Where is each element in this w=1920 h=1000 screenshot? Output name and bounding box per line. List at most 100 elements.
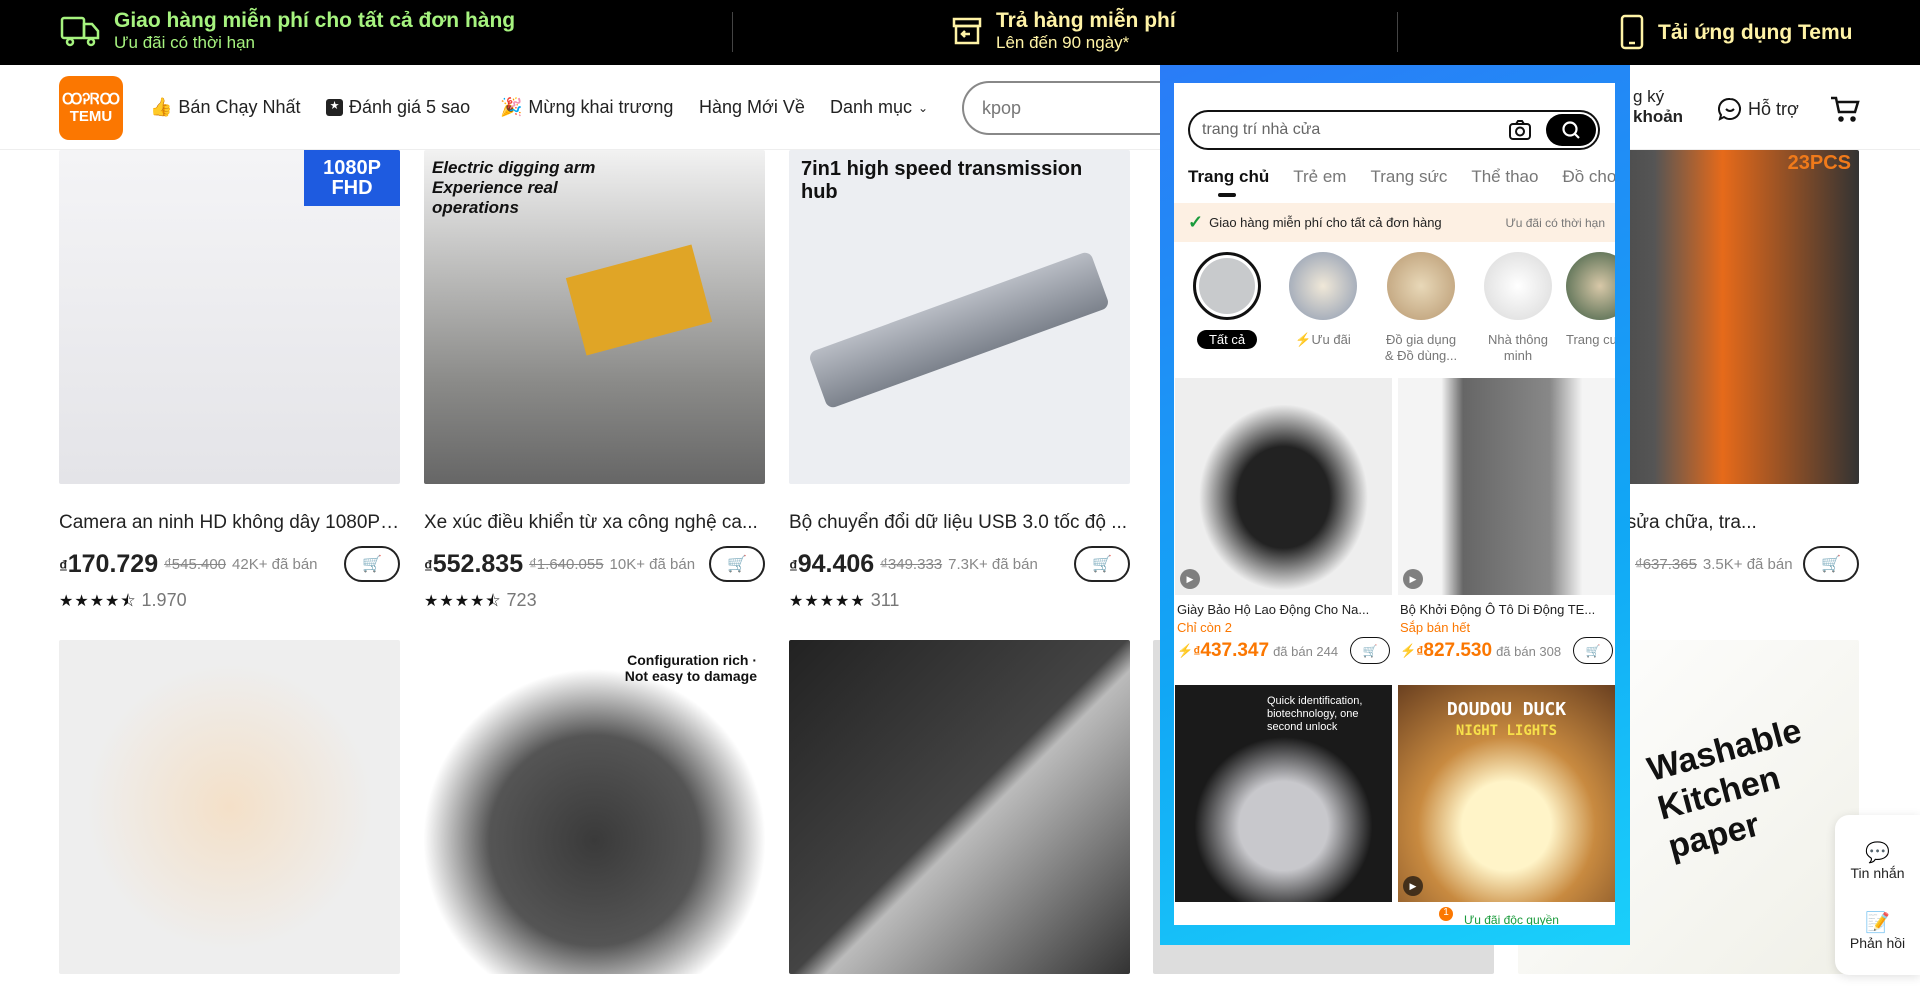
product-image[interactable]: ▶ <box>1175 378 1392 595</box>
temu-logo[interactable]: ꚘᎮᏒꚘ TEMU <box>59 76 123 140</box>
free-returns-promo[interactable]: Trả hàng miễn phí Lên đến 90 ngày* <box>952 8 1176 53</box>
product-title[interactable]: Bộ chuyển đổi dữ liệu USB 3.0 tốc độ ... <box>789 512 1130 534</box>
add-to-cart-button[interactable]: 🛒 <box>1573 637 1613 664</box>
tab-toys[interactable]: Đồ chơ <box>1562 167 1615 187</box>
exclusive-deals-link[interactable]: Ưu đãi độc quyền <box>1464 913 1559 925</box>
phone-product-card[interactable]: ▶ Giày Bảo Hộ Lao Động Cho Na... Chỉ còn… <box>1175 378 1392 665</box>
original-price: ₫1.640.055 <box>529 555 604 573</box>
promo-sub: Ưu đãi có thời hạn <box>114 33 255 52</box>
add-to-cart-button[interactable]: 🛒 <box>344 546 400 582</box>
product-card[interactable]: 7in1 high speed transmission hub Bộ chuy… <box>789 150 1130 611</box>
return-box-icon <box>952 17 982 44</box>
phone-mirror-window[interactable]: trang trí nhà cửa Trang chủ Trẻ em Trang… <box>1160 65 1630 945</box>
feedback-button[interactable]: 📝 Phản hồi <box>1850 910 1905 951</box>
rating-count: 1.970 <box>141 590 187 610</box>
product-image[interactable] <box>789 640 1130 974</box>
product-title[interactable]: Camera an ninh HD không dây 1080P:... <box>59 512 400 534</box>
cart-icon[interactable] <box>1830 95 1860 123</box>
image-text: 7in1 high speed transmission hub <box>801 158 1083 203</box>
free-shipping-banner: ✓ Giao hàng miễn phí cho tất cả đơn hàng Ư… <box>1174 203 1615 242</box>
product-image[interactable]: Configuration rich · Not easy to damage <box>424 640 765 974</box>
image-text: NIGHT LIGHTS <box>1455 723 1558 739</box>
phone-search-button[interactable] <box>1546 114 1596 146</box>
promo-title: Tải ứng dụng Temu <box>1658 20 1853 44</box>
image-text: Quick identification, biotechnology, one… <box>1267 695 1363 733</box>
tab-jewelry[interactable]: Trang sức <box>1370 167 1447 187</box>
nav-label: Danh mục <box>830 97 913 117</box>
product-card[interactable] <box>59 640 400 974</box>
play-icon[interactable]: ▶ <box>1180 569 1200 589</box>
product-image[interactable] <box>59 640 400 974</box>
category-image <box>1566 252 1615 320</box>
tab-sports[interactable]: Thể thao <box>1471 167 1538 187</box>
tab-home[interactable]: Trang chủ <box>1188 167 1269 197</box>
category-decor[interactable]: Trang cu <box>1566 252 1615 348</box>
free-shipping-promo[interactable]: Giao hàng miễn phí cho tất cả đơn hàng Ưu… <box>60 8 515 53</box>
nav-categories[interactable]: Danh mục ⌄ <box>830 97 928 118</box>
product-image[interactable]: DOUDOU DUCK NIGHT LIGHTS ▶ <box>1398 685 1615 902</box>
image-text: DOUDOU DUCK <box>1446 699 1567 720</box>
logo-text: TEMU <box>69 108 113 125</box>
phone-product-card[interactable]: Quick identification, biotechnology, one… <box>1175 685 1392 902</box>
product-price: ₫170.729 <box>59 550 158 579</box>
account-link[interactable]: g ký khoản <box>1633 87 1683 127</box>
product-image[interactable]: 7in1 high speed transmission hub <box>789 150 1130 484</box>
usb-hub-shape <box>807 250 1111 410</box>
search-icon <box>1562 121 1580 139</box>
product-card[interactable]: Electric digging arm Experience real ope… <box>424 150 765 617</box>
lightning-icon: ⚡ <box>1295 332 1312 347</box>
phone-product-card[interactable]: DOUDOU DUCK NIGHT LIGHTS ▶ <box>1398 685 1615 902</box>
star-rating: ★★★★⯪ <box>59 593 137 610</box>
support-link[interactable]: Hỗ trợ <box>1718 97 1799 121</box>
product-image[interactable]: Quick identification, biotechnology, one… <box>1175 685 1392 902</box>
rating-count: 311 <box>870 590 900 610</box>
nav-grand-opening[interactable]: 🎉 Mừng khai trương <box>500 97 673 118</box>
product-card[interactable]: Configuration rich · Not easy to damage <box>424 640 765 974</box>
category-household[interactable]: Đồ gia dụng & Đồ dùng... <box>1381 252 1461 364</box>
currency: ₫ <box>424 556 433 576</box>
price-value: 827.530 <box>1423 640 1493 661</box>
add-to-cart-button[interactable]: 🛒 <box>1350 637 1390 664</box>
add-to-cart-button[interactable]: 🛒 <box>1803 546 1859 582</box>
chat-bubble-icon: 💬 <box>1865 841 1890 864</box>
divider <box>732 12 733 52</box>
sold-count: 10K+ đã bán <box>609 555 696 573</box>
nav-label: Hàng Mới Về <box>699 97 805 117</box>
image-text: Washable Kitchen paper <box>1643 711 1806 867</box>
phone-tabs: Trang chủ Trẻ em Trang sức Thể thao Đồ c… <box>1188 167 1615 197</box>
category-smart-home[interactable]: Nhà thông minh <box>1478 252 1558 364</box>
camera-icon[interactable] <box>1508 119 1532 141</box>
product-card[interactable] <box>789 640 1130 974</box>
product-image[interactable]: ▶ <box>1398 378 1615 595</box>
excavator-shape <box>565 244 713 356</box>
sold-count: đã bán 308 <box>1496 643 1562 659</box>
nav-new-arrivals[interactable]: Hàng Mới Về <box>699 97 805 118</box>
download-app-promo[interactable]: Tải ứng dụng Temu <box>1620 14 1852 50</box>
tab-kids[interactable]: Trẻ em <box>1293 167 1346 187</box>
product-card[interactable]: 1080P FHD Camera an ninh HD không dây 10… <box>59 150 400 617</box>
banner-text: Giao hàng miễn phí cho tất cả đơn hàng <box>1209 215 1442 230</box>
play-icon[interactable]: ▶ <box>1403 876 1423 896</box>
nav-label: Mừng khai trương <box>528 97 674 117</box>
chat-smile-icon <box>1718 97 1741 121</box>
product-image[interactable]: 1080P FHD <box>59 150 400 484</box>
add-to-cart-button[interactable]: 🛒 <box>709 546 765 582</box>
phone-bottom-nav: 1 Ưu đãi độc quyền <box>1174 907 1615 925</box>
cart-plus-icon: 🛒 <box>362 556 382 573</box>
nav-best-sellers[interactable]: 👍 Bán Chạy Nhất <box>150 97 301 118</box>
currency: ₫ <box>789 556 798 576</box>
messages-button[interactable]: 💬 Tin nhắn <box>1851 840 1905 881</box>
lightning-icon: ⚡ <box>1400 643 1417 658</box>
play-icon[interactable]: ▶ <box>1403 569 1423 589</box>
product-title[interactable]: Xe xúc điều khiển từ xa công nghệ ca... <box>424 512 765 534</box>
nav-five-star[interactable]: ★ Đánh giá 5 sao <box>326 97 470 118</box>
category-label: Đồ gia dụng & Đồ dùng... <box>1384 332 1458 363</box>
add-to-cart-button[interactable]: 🛒 <box>1074 546 1130 582</box>
category-all[interactable]: Tất cả <box>1187 252 1267 349</box>
phone-product-card[interactable]: ▶ Bộ Khởi Động Ô Tô Di Động TE... Sắp bá… <box>1398 378 1615 665</box>
account-line1: g ký <box>1633 87 1665 106</box>
category-deals[interactable]: ⚡Ưu đãi <box>1283 252 1363 348</box>
product-image[interactable]: Electric digging arm Experience real ope… <box>424 150 765 484</box>
phone-search-input[interactable]: trang trí nhà cửa <box>1188 110 1600 150</box>
rating-count: 723 <box>506 590 537 610</box>
